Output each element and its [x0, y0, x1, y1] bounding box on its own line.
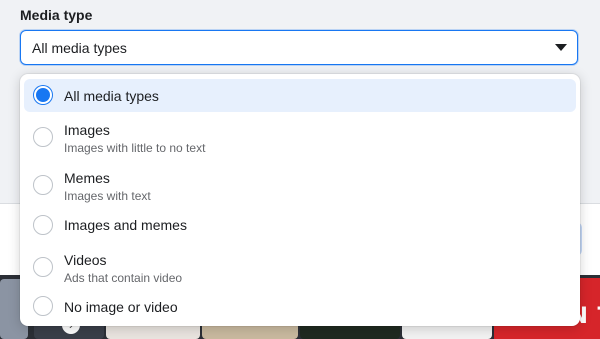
radio-icon[interactable] — [33, 296, 53, 316]
media-type-selected-value: All media types — [32, 40, 127, 56]
media-type-dropdown-menu: All media types Images Images with littl… — [20, 74, 580, 326]
radio-icon[interactable] — [33, 127, 53, 147]
option-title: Images — [64, 122, 110, 138]
option-memes[interactable]: Memes Images with text — [24, 166, 576, 206]
radio-icon[interactable] — [33, 257, 53, 277]
option-title: Images and memes — [64, 217, 187, 233]
media-type-label: Media type — [20, 7, 93, 23]
option-images[interactable]: Images Images with little to no text — [24, 118, 576, 158]
radio-selected-icon[interactable] — [34, 86, 52, 104]
option-videos[interactable]: Videos Ads that contain video — [24, 248, 576, 288]
option-all-media-types[interactable]: All media types — [24, 79, 576, 112]
media-type-select[interactable]: All media types — [20, 30, 578, 65]
option-title: Videos — [64, 252, 107, 268]
option-no-image-or-video[interactable]: No image or video — [24, 294, 576, 322]
option-images-and-memes[interactable]: Images and memes — [24, 212, 576, 244]
option-subtitle: Ads that contain video — [64, 271, 183, 285]
caret-down-icon — [555, 44, 567, 51]
option-title: Memes — [64, 170, 110, 186]
radio-icon[interactable] — [33, 215, 53, 235]
option-subtitle: Images with text — [64, 189, 151, 203]
option-title: All media types — [64, 88, 159, 104]
radio-icon[interactable] — [33, 175, 53, 195]
option-title: No image or video — [64, 299, 178, 315]
option-subtitle: Images with little to no text — [64, 141, 206, 155]
